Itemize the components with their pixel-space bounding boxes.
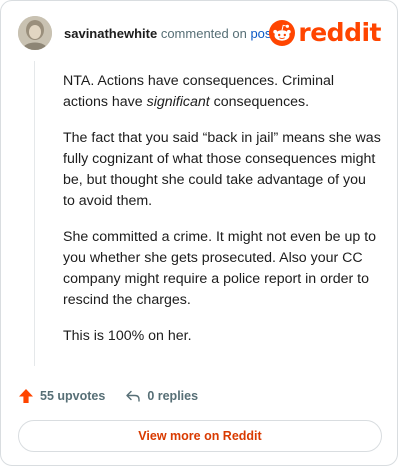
thread-line <box>34 61 35 366</box>
avatar-photo-icon <box>18 16 52 50</box>
paragraph-text: consequences. <box>209 94 310 110</box>
upvote-count: 55 upvotes <box>40 389 106 403</box>
comment-paragraph: This is 100% on her. <box>63 328 192 344</box>
byline-action-text: commented on <box>160 26 247 41</box>
replies-button[interactable]: 0 replies <box>125 388 198 404</box>
reddit-wordmark: reddit <box>298 18 381 47</box>
comment-actions: 55 upvotes 0 replies <box>18 386 198 406</box>
upvote-arrow-icon <box>19 389 33 403</box>
emphasis-text: significant <box>146 94 210 110</box>
comment-header: savinathewhite commented on post reddit <box>18 16 381 50</box>
comment-paragraph: The fact that you said “back in jail” me… <box>63 130 381 209</box>
reply-count: 0 replies <box>147 389 199 403</box>
comment-byline: savinathewhite commented on post <box>64 26 275 41</box>
user-avatar[interactable] <box>18 16 52 50</box>
comment-paragraph: NTA. Actions have consequences. Criminal… <box>63 71 381 113</box>
reddit-snoo-icon <box>269 20 296 46</box>
upvote-button[interactable]: 55 upvotes <box>18 388 105 404</box>
embedded-comment-card: savinathewhite commented on post reddit … <box>0 0 398 466</box>
view-more-button[interactable]: View more on Reddit <box>18 420 382 452</box>
comment-paragraph: She committed a crime. It might not even… <box>63 229 377 308</box>
reddit-logo[interactable]: reddit <box>269 20 381 46</box>
username-link[interactable]: savinathewhite <box>64 26 157 41</box>
reply-arrow-icon <box>126 390 141 402</box>
comment-body: NTA. Actions have consequences. Criminal… <box>63 71 381 362</box>
